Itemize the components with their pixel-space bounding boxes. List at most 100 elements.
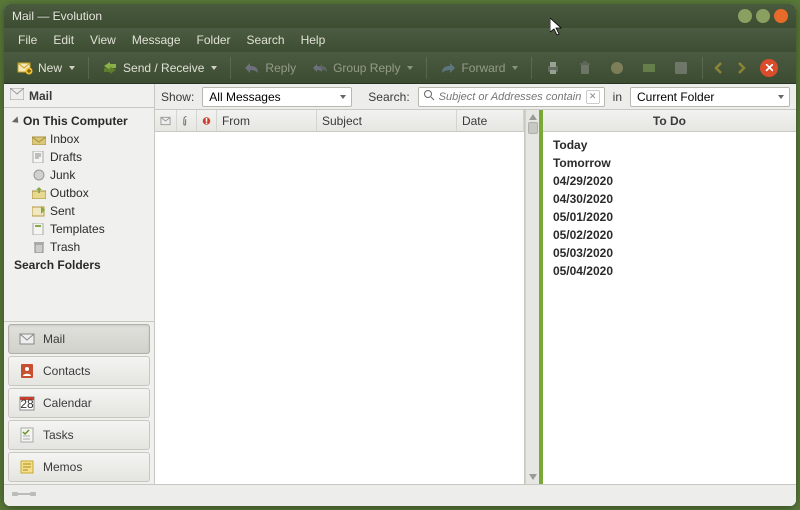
folder-sent[interactable]: Sent: [4, 202, 154, 220]
todo-item[interactable]: 05/01/2020: [553, 208, 786, 226]
folder-templates[interactable]: Templates: [4, 220, 154, 238]
folder-junk[interactable]: Junk: [4, 166, 154, 184]
close-button[interactable]: [774, 9, 788, 23]
group-reply-button[interactable]: Group Reply: [305, 56, 420, 80]
col-attachment[interactable]: [177, 110, 197, 131]
minimize-button[interactable]: [738, 9, 752, 23]
titlebar[interactable]: Mail — Evolution: [4, 4, 796, 28]
folder-trash[interactable]: Trash: [4, 238, 154, 256]
menu-help[interactable]: Help: [293, 30, 334, 50]
clear-search-icon[interactable]: ✕: [586, 90, 600, 104]
search-input[interactable]: [439, 91, 582, 103]
chevron-down-icon: [211, 66, 217, 70]
search-icon: [423, 89, 435, 104]
menu-edit[interactable]: Edit: [45, 30, 82, 50]
todo-list: Today Tomorrow 04/29/2020 04/30/2020 05/…: [543, 132, 796, 284]
online-icon[interactable]: [12, 488, 36, 503]
menu-message[interactable]: Message: [124, 30, 189, 50]
switcher-tasks[interactable]: Tasks: [8, 420, 150, 450]
mail-icon: [10, 88, 24, 103]
search-box[interactable]: ✕: [418, 87, 605, 107]
tree-search-folders[interactable]: Search Folders: [4, 256, 154, 274]
calendar-icon: 28: [19, 395, 35, 411]
col-date[interactable]: Date: [457, 110, 524, 131]
next-button[interactable]: [731, 58, 751, 78]
message-list-header: From Subject Date: [155, 110, 524, 132]
outbox-icon: [32, 187, 46, 199]
tree-root[interactable]: On This Computer: [4, 112, 154, 130]
filter-bar: Show: All Messages Search: ✕ in Current …: [155, 84, 796, 110]
todo-item[interactable]: 05/04/2020: [553, 262, 786, 280]
scroll-thumb[interactable]: [528, 122, 538, 134]
memos-icon: [19, 459, 35, 475]
sidebar-header-label: Mail: [29, 89, 52, 103]
vscrollbar[interactable]: [525, 110, 539, 484]
col-from[interactable]: From: [217, 110, 317, 131]
maximize-button[interactable]: [756, 9, 770, 23]
send-receive-label: Send / Receive: [123, 61, 204, 75]
stop-icon: [760, 59, 778, 77]
sent-icon: [32, 205, 46, 217]
folder-inbox[interactable]: Inbox: [4, 130, 154, 148]
reply-icon: [244, 60, 260, 76]
menu-search[interactable]: Search: [239, 30, 293, 50]
templates-icon: [32, 223, 46, 235]
search-label: Search:: [368, 90, 409, 104]
reply-button[interactable]: Reply: [237, 56, 303, 80]
send-receive-button[interactable]: Send / Receive: [95, 56, 224, 80]
message-list: From Subject Date: [155, 110, 525, 484]
mark-button[interactable]: [666, 56, 696, 80]
contacts-icon: [19, 363, 35, 379]
menu-folder[interactable]: Folder: [189, 30, 239, 50]
todo-header[interactable]: To Do: [543, 110, 796, 132]
message-list-body[interactable]: [155, 132, 524, 484]
sidebar: Mail On This Computer Inbox Drafts Junk …: [4, 84, 155, 484]
prev-button[interactable]: [709, 58, 729, 78]
col-subject[interactable]: Subject: [317, 110, 457, 131]
print-button[interactable]: [538, 56, 568, 80]
todo-item[interactable]: Tomorrow: [553, 154, 786, 172]
stop-button[interactable]: [753, 55, 785, 81]
col-flag[interactable]: [155, 110, 177, 131]
todo-item[interactable]: 04/29/2020: [553, 172, 786, 190]
switcher-mail[interactable]: Mail: [8, 324, 150, 354]
in-combo[interactable]: Current Folder: [630, 87, 790, 107]
delete-button[interactable]: [570, 56, 600, 80]
menu-view[interactable]: View: [82, 30, 124, 50]
show-combo[interactable]: All Messages: [202, 87, 352, 107]
menu-file[interactable]: File: [10, 30, 45, 50]
forward-button[interactable]: Forward: [433, 56, 525, 80]
mail-icon: [19, 331, 35, 347]
reply-label: Reply: [265, 61, 296, 75]
folder-drafts[interactable]: Drafts: [4, 148, 154, 166]
chevron-down-icon: [407, 66, 413, 70]
not-junk-button[interactable]: [634, 56, 664, 80]
switcher-contacts[interactable]: Contacts: [8, 356, 150, 386]
trash-folder-icon: [32, 241, 46, 253]
todo-item[interactable]: 05/03/2020: [553, 244, 786, 262]
col-important[interactable]: [197, 110, 217, 131]
switcher-calendar[interactable]: 28Calendar: [8, 388, 150, 418]
sidebar-header[interactable]: Mail: [4, 84, 154, 108]
new-button[interactable]: New: [10, 56, 82, 80]
drafts-icon: [32, 151, 46, 163]
scroll-up-icon[interactable]: [528, 112, 538, 122]
group-reply-icon: [312, 60, 328, 76]
todo-item[interactable]: 05/02/2020: [553, 226, 786, 244]
in-label: in: [613, 90, 622, 104]
todo-panel: To Do Today Tomorrow 04/29/2020 04/30/20…: [539, 110, 796, 484]
switcher-memos[interactable]: Memos: [8, 452, 150, 482]
menubar: File Edit View Message Folder Search Hel…: [4, 28, 796, 52]
svg-text:28: 28: [20, 397, 34, 411]
print-icon: [545, 60, 561, 76]
switcher: Mail Contacts 28Calendar Tasks Memos: [4, 321, 154, 484]
todo-item[interactable]: Today: [553, 136, 786, 154]
folder-outbox[interactable]: Outbox: [4, 184, 154, 202]
junk-icon: [609, 60, 625, 76]
todo-item[interactable]: 04/30/2020: [553, 190, 786, 208]
scroll-down-icon[interactable]: [528, 472, 538, 482]
junk-folder-icon: [32, 169, 46, 181]
junk-button[interactable]: [602, 56, 632, 80]
folder-tree: On This Computer Inbox Drafts Junk Outbo…: [4, 108, 154, 321]
attachment-icon: [182, 115, 191, 127]
